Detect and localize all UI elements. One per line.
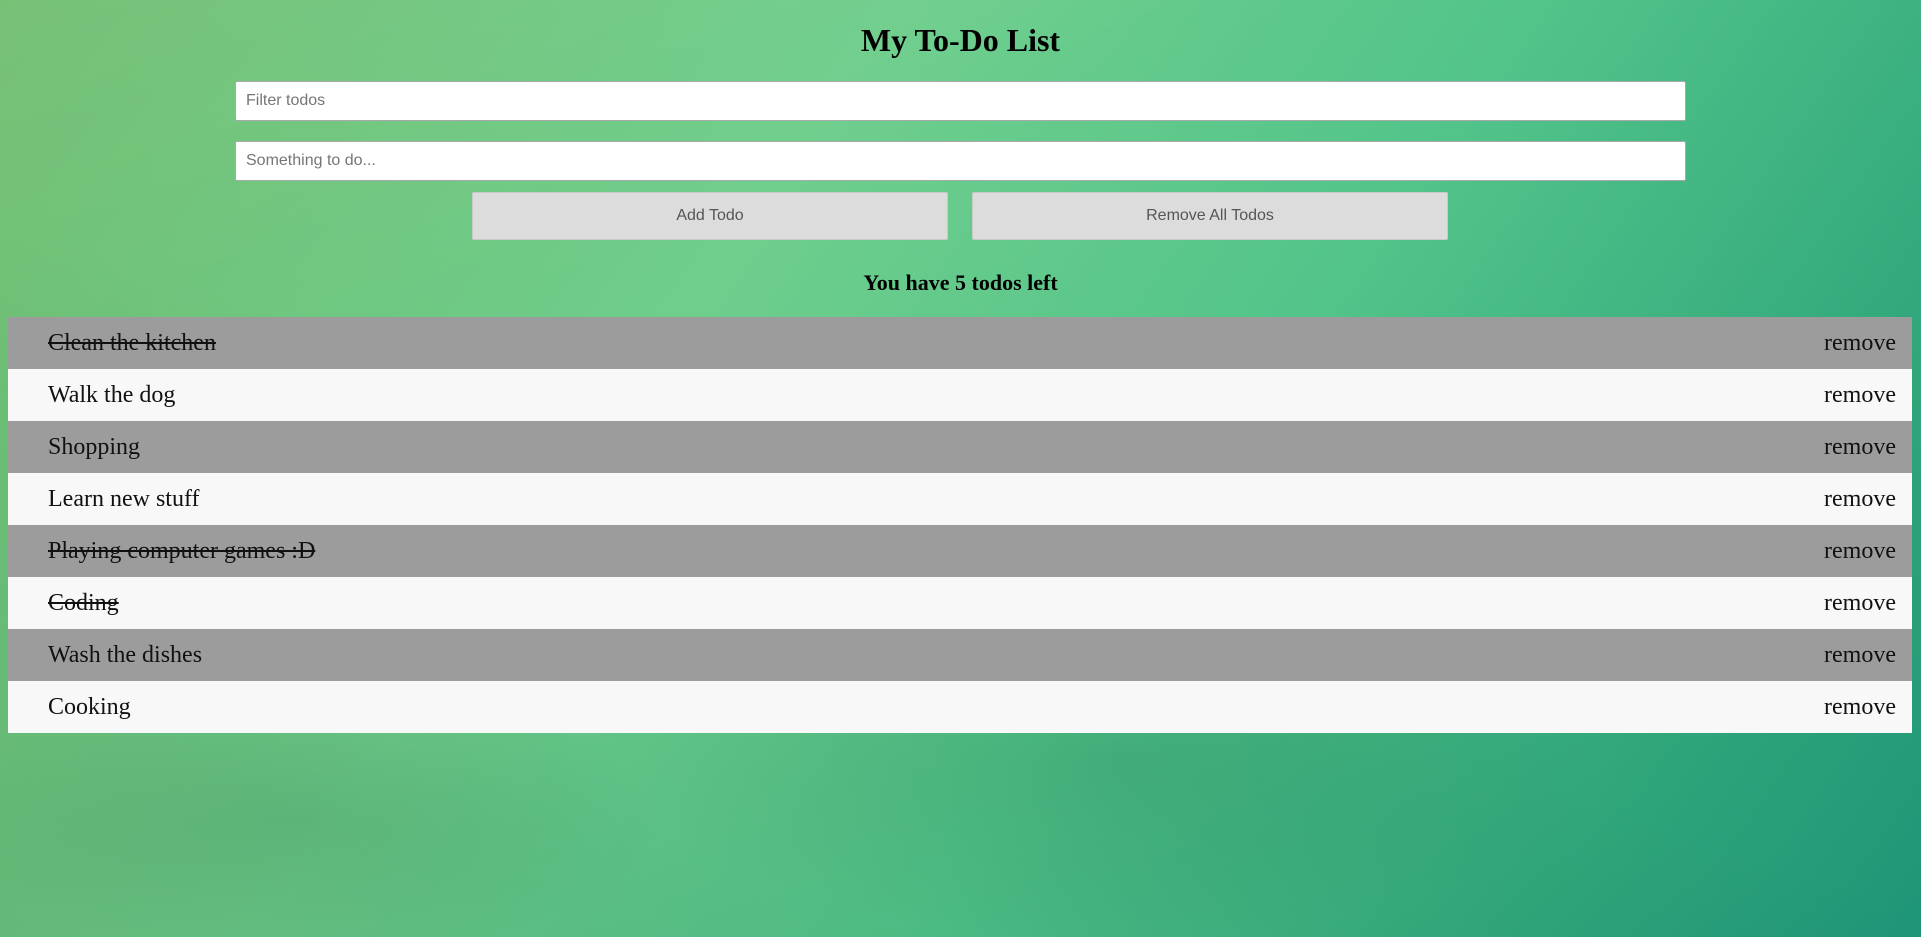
remove-todo-button[interactable]: remove bbox=[1824, 694, 1896, 721]
todo-text[interactable]: Coding bbox=[48, 590, 119, 617]
remove-all-todos-button[interactable]: Remove All Todos bbox=[972, 192, 1448, 240]
todo-text[interactable]: Cooking bbox=[48, 694, 131, 721]
todo-text[interactable]: Wash the dishes bbox=[48, 642, 202, 669]
todo-item[interactable]: Shopping remove bbox=[8, 421, 1912, 473]
filter-input[interactable] bbox=[235, 81, 1686, 121]
remove-todo-button[interactable]: remove bbox=[1824, 486, 1896, 513]
todo-item[interactable]: Wash the dishes remove bbox=[8, 629, 1912, 681]
todo-item[interactable]: Coding remove bbox=[8, 577, 1912, 629]
add-todo-button[interactable]: Add Todo bbox=[472, 192, 948, 240]
todo-item[interactable]: Playing computer games :D remove bbox=[8, 525, 1912, 577]
remove-todo-button[interactable]: remove bbox=[1824, 434, 1896, 461]
remove-todo-button[interactable]: remove bbox=[1824, 590, 1896, 617]
todo-list: Clean the kitchen remove Walk the dog re… bbox=[8, 317, 1912, 733]
todo-text[interactable]: Learn new stuff bbox=[48, 486, 200, 513]
page-title: My To-Do List bbox=[860, 22, 1061, 58]
todo-item[interactable]: Walk the dog remove bbox=[8, 369, 1912, 421]
new-todo-input[interactable] bbox=[235, 141, 1686, 181]
todo-item[interactable]: Learn new stuff remove bbox=[8, 473, 1912, 525]
todo-text[interactable]: Playing computer games :D bbox=[48, 538, 315, 565]
todo-item[interactable]: Clean the kitchen remove bbox=[8, 317, 1912, 369]
remove-todo-button[interactable]: remove bbox=[1824, 538, 1896, 565]
remove-todo-button[interactable]: remove bbox=[1824, 330, 1896, 357]
todo-item[interactable]: Cooking remove bbox=[8, 681, 1912, 733]
remove-todo-button[interactable]: remove bbox=[1824, 382, 1896, 409]
todos-left-summary: You have 5 todos left bbox=[863, 270, 1058, 295]
todo-text[interactable]: Clean the kitchen bbox=[48, 330, 216, 357]
todo-text[interactable]: Shopping bbox=[48, 434, 140, 461]
remove-todo-button[interactable]: remove bbox=[1824, 642, 1896, 669]
todo-app: My To-Do List Add Todo Remove All Todos … bbox=[0, 0, 1921, 937]
todo-text[interactable]: Walk the dog bbox=[48, 382, 175, 409]
